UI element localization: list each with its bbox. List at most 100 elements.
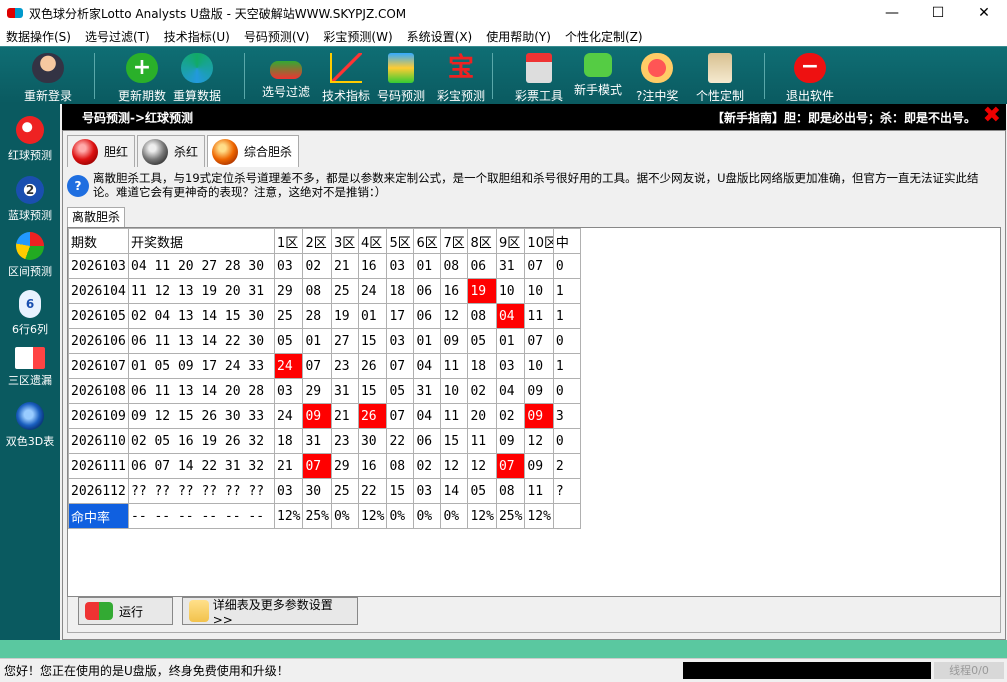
column-header: 7区 xyxy=(440,228,469,254)
zone-cell: 07 xyxy=(495,453,526,479)
newbie-button[interactable]: 新手模式 xyxy=(574,53,622,98)
zone-cell: 26 xyxy=(357,403,388,429)
hit-rate-label: 命中率 xyxy=(68,503,129,529)
indicator-button[interactable]: 技术指标 xyxy=(322,53,370,104)
close-button[interactable]: ✕ xyxy=(961,0,1007,26)
menu-data[interactable]: 数据操作(S) xyxy=(6,28,71,45)
predict-button[interactable]: 号码预测 xyxy=(377,53,425,104)
zone-cell: 15 xyxy=(386,478,415,504)
win-button[interactable]: ?注中奖 xyxy=(636,53,678,104)
table-row[interactable]: 2026109 09 12 15 26 30 33 24 09 21 26 07 04 11 20… xyxy=(68,403,581,429)
zone-cell: 12 xyxy=(440,303,469,329)
zone-cell: 27 xyxy=(330,328,359,354)
app-icon xyxy=(7,8,23,18)
custom-button[interactable]: 个性定制 xyxy=(696,53,744,104)
menu-treasure[interactable]: 彩宝预测(W) xyxy=(323,28,392,45)
zone-cell: 26 xyxy=(357,353,388,379)
menu-filter[interactable]: 选号过滤(T) xyxy=(85,28,150,45)
zone-cell: 02 xyxy=(302,253,332,279)
menu-predict[interactable]: 号码预测(V) xyxy=(244,28,310,45)
status-message: 您好！您正在使用的是U盘版，终身免费使用和升级！ xyxy=(4,664,289,678)
table-row[interactable]: 2026112?? ?? ?? ?? ?? ?? 03 30 25 22 15 03 14 05… xyxy=(68,478,581,504)
progress-bar xyxy=(683,662,931,679)
zone-cell: 05 xyxy=(467,328,497,354)
breadcrumb: 号码预测->红球预测 xyxy=(82,110,194,125)
draw-cell: 02 05 16 19 26 32 xyxy=(128,428,275,454)
subtab-discrete[interactable]: 离散胆杀 xyxy=(67,207,126,227)
close-panel-icon[interactable]: ✖ xyxy=(983,105,1001,127)
table-row[interactable]: 2026106 06 11 13 14 22 30 05 01 27 15 03 01 09 05… xyxy=(68,328,581,354)
zone-cell: 18 xyxy=(273,428,304,454)
filter-button[interactable]: 选号过滤 xyxy=(262,53,310,100)
menu-settings[interactable]: 系统设置(X) xyxy=(407,28,473,45)
red-ball-icon xyxy=(72,138,98,165)
treasure-button[interactable]: 宝彩宝预测 xyxy=(437,53,485,104)
exit-button[interactable]: − 退出软件 xyxy=(786,53,834,104)
tab-dan-red[interactable]: 胆红 xyxy=(67,135,136,167)
sidebar-item-blue[interactable]: 2 蓝球预测 xyxy=(0,176,60,223)
hit-count-cell xyxy=(552,503,581,529)
zone-cell: 10 xyxy=(440,378,469,404)
sidebar-item-red[interactable]: 红球预测 xyxy=(0,116,60,163)
zone-cell: 15 xyxy=(357,378,388,404)
column-header: 1区 xyxy=(273,228,304,254)
prize-icon xyxy=(641,53,674,83)
column-header: 中 xyxy=(552,228,581,254)
zone-cell: 19 xyxy=(467,278,497,304)
table-row[interactable]: 2026108 06 11 13 14 20 28 03 29 31 15 05 31 10 02… xyxy=(68,378,581,404)
plus-icon: + xyxy=(126,53,158,83)
main-panel: 胆红 杀红 综合胆杀 ? 离散胆杀工具，与19式定位杀号道理差不多，都是以参数来… xyxy=(62,130,1006,640)
update-button[interactable]: + 更新期数 xyxy=(118,53,166,104)
tab-kill-red[interactable]: 杀红 xyxy=(137,135,206,167)
run-button[interactable]: 运行 xyxy=(78,597,173,625)
sidebar-item-omit[interactable]: 三区遗漏 xyxy=(0,347,60,388)
maximize-button[interactable]: ☐ xyxy=(915,0,961,26)
tab-strip: 胆红 杀红 综合胆杀 xyxy=(67,135,301,167)
treasure-icon: 宝 xyxy=(447,53,474,83)
sidebar-item-grid[interactable]: 6 6行6列 xyxy=(0,290,60,337)
shop-icon xyxy=(526,53,552,83)
table-row[interactable]: 2026104 11 12 13 19 20 31 29 08 25 24 18 06 16 19… xyxy=(68,278,581,304)
hit-count-cell: 0 xyxy=(552,253,581,279)
zone-cell: 04 xyxy=(495,303,526,329)
menu-indicator[interactable]: 技术指标(U) xyxy=(164,28,230,45)
zone-cell: 07 xyxy=(524,328,554,354)
zone-cell: 12 xyxy=(467,453,497,479)
zone-cell: 23 xyxy=(330,428,359,454)
tab-combined[interactable]: 综合胆杀 xyxy=(207,135,300,167)
zone-cell: 23 xyxy=(330,353,359,379)
zone-cell: 02 xyxy=(413,453,442,479)
swirl-icon xyxy=(16,402,44,430)
detail-settings-button[interactable]: 详细表及更多参数设置>> xyxy=(182,597,358,627)
zone-cell: 29 xyxy=(302,378,332,404)
table-row[interactable]: 2026103 04 11 20 27 28 30 03 02 21 16 03 01 08 06… xyxy=(68,253,581,279)
table-row[interactable]: 2026110 02 05 16 19 26 32 18 31 23 30 22 06 15 11… xyxy=(68,428,581,454)
hit-count-cell: 1 xyxy=(552,303,581,329)
recalc-button[interactable]: 重算数据 xyxy=(173,53,221,104)
column-header: 5区 xyxy=(386,228,415,254)
minimize-button[interactable]: — xyxy=(869,0,915,26)
zone-cell: 07 xyxy=(386,403,415,429)
zone-cell: 06 xyxy=(467,253,497,279)
hit-rate-row: 命中率 -- -- -- -- -- -- 12% 25% 0% 12% 0% 0% 0% 12%… xyxy=(68,503,581,529)
draw-cell: -- -- -- -- -- -- xyxy=(128,503,275,529)
refresh-icon xyxy=(181,53,213,83)
menu-custom[interactable]: 个性化定制(Z) xyxy=(565,28,643,45)
blue-ball-icon: 2 xyxy=(16,176,44,204)
zone-cell: 11 xyxy=(440,353,469,379)
zone-cell: 30 xyxy=(357,428,388,454)
sidebar-item-zone[interactable]: 区间预测 xyxy=(0,232,60,279)
info-text: 离散胆杀工具，与19式定位杀号道理差不多，都是以参数来定制公式，是一个取胆组和杀… xyxy=(93,171,979,199)
sidebar-item-3d[interactable]: 双色3D表 xyxy=(0,402,60,449)
table-row[interactable]: 2026111 06 07 14 22 31 32 21 07 29 16 08 02 12 12… xyxy=(68,453,581,479)
table-row[interactable]: 2026107 01 05 09 17 24 33 24 07 23 26 07 04 11 18… xyxy=(68,353,581,379)
status-bar: 您好！您正在使用的是U盘版，终身免费使用和升级！ 线程0/0 xyxy=(0,658,1007,682)
draw-cell: 06 11 13 14 20 28 xyxy=(128,378,275,404)
menu-help[interactable]: 使用帮助(Y) xyxy=(486,28,551,45)
table-row[interactable]: 2026105 02 04 13 14 15 30 25 28 19 01 17 06 12 08… xyxy=(68,303,581,329)
relogin-button[interactable]: 重新登录 xyxy=(24,53,72,104)
tools-button[interactable]: 彩票工具 xyxy=(515,53,563,104)
six-icon: 6 xyxy=(19,290,41,318)
zone-cell: 31 xyxy=(302,428,332,454)
hit-count-cell: 2 xyxy=(552,453,581,479)
